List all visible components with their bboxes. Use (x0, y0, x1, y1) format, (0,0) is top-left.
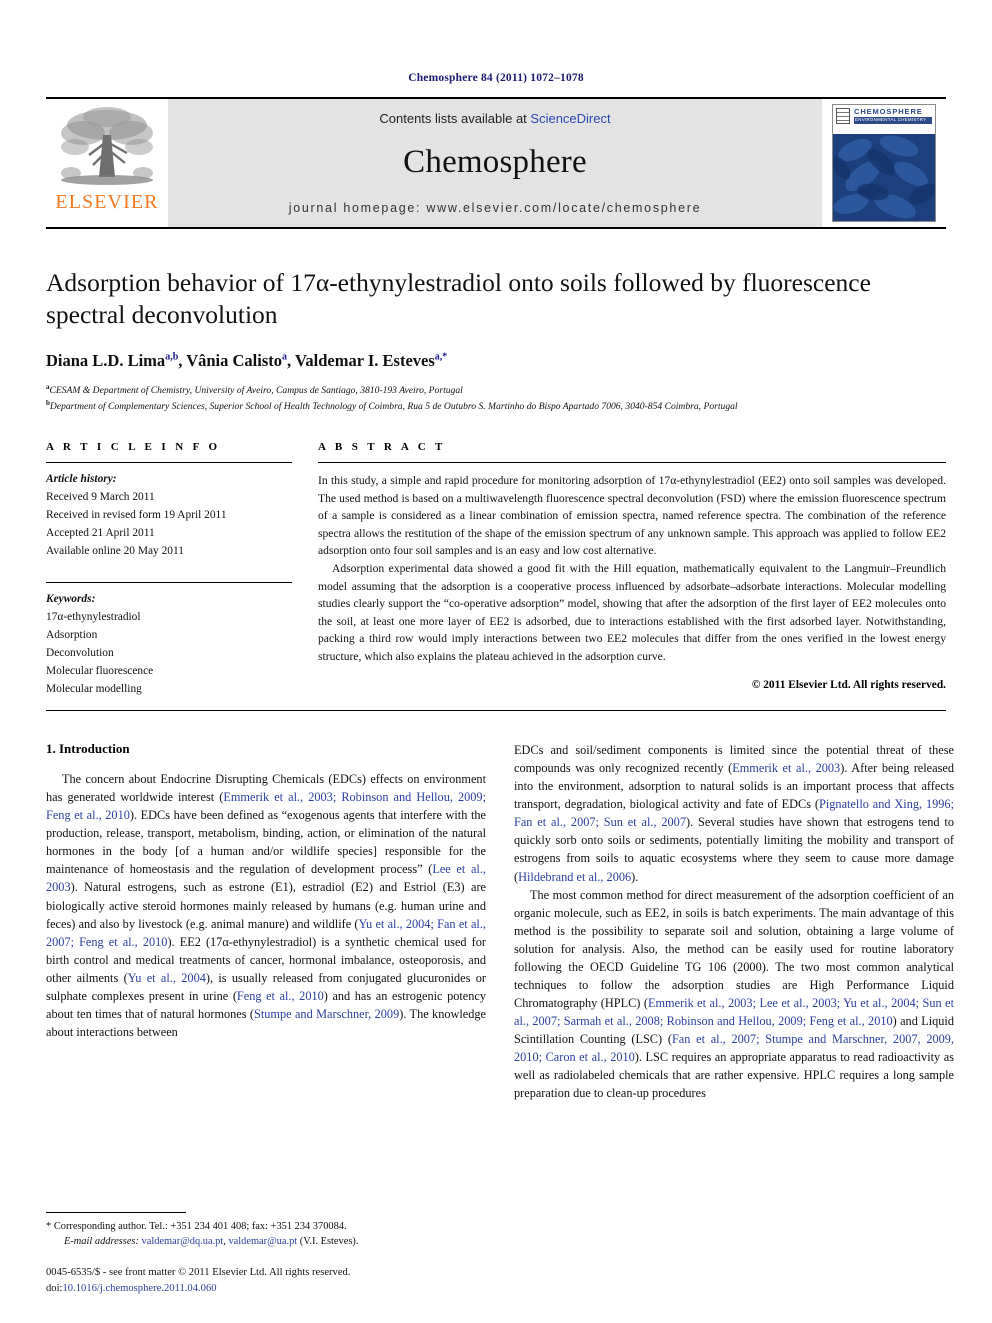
cover-header: CHEMOSPHERE ENVIRONMENTAL CHEMISTRY (833, 105, 935, 135)
affiliation-a: aCESAM & Department of Chemistry, Univer… (46, 382, 463, 396)
cover-journal-subtitle: ENVIRONMENTAL CHEMISTRY (854, 117, 932, 124)
keyword-item: Deconvolution (46, 647, 114, 660)
sciencedirect-link[interactable]: ScienceDirect (530, 111, 610, 126)
abstract-paragraph-2: Adsorption experimental data showed a go… (318, 561, 946, 663)
abstract-rule (318, 461, 946, 463)
citation-link[interactable]: Yu et al., 2004 (128, 971, 206, 985)
intro-text-fragment: The most common method for direct measur… (514, 887, 954, 1010)
email-owner: (V.I. Esteves). (297, 1236, 359, 1248)
body-column-right: EDCs and soil/sediment components is lim… (514, 741, 954, 1211)
affiliation-b: bDepartment of Complementary Sciences, S… (46, 399, 738, 413)
keywords-rule (46, 581, 292, 583)
history-item: Accepted 21 April 2011 (46, 526, 155, 539)
article-history-block: Article history: Received 9 March 2011 R… (46, 470, 292, 560)
article-body: 1. Introduction The concern about Endocr… (46, 741, 954, 1211)
issn-line: 0045-6535/$ - see front matter © 2011 El… (46, 1267, 351, 1279)
abstract-column: A B S T R A C T In this study, a simple … (318, 441, 946, 698)
abstract-heading: A B S T R A C T (318, 440, 446, 453)
journal-homepage-link[interactable]: journal homepage: www.elsevier.com/locat… (289, 201, 702, 215)
cover-leaf-illustration (833, 134, 935, 221)
article-title: Adsorption behavior of 17α-ethynylestrad… (46, 268, 871, 330)
history-item: Received in revised form 19 April 2011 (46, 508, 227, 521)
citation-link[interactable]: Stumpe and Marschner, 2009 (254, 1007, 399, 1021)
section-heading-introduction: 1. Introduction (46, 741, 130, 757)
affiliation-list: aCESAM & Department of Chemistry, Univer… (46, 382, 946, 415)
abstract-bottom-rule (46, 710, 946, 712)
keywords-block: Keywords: 17α-ethynylestradiol Adsorptio… (46, 581, 292, 698)
doi-link[interactable]: 10.1016/j.chemosphere.2011.04.060 (62, 1283, 216, 1294)
info-abstract-row: A R T I C L E I N F O Article history: R… (46, 441, 946, 698)
keyword-item: Molecular fluorescence (46, 665, 154, 678)
abstract-paragraph-1: In this study, a simple and rapid proced… (318, 473, 946, 558)
keyword-item: Molecular modelling (46, 683, 142, 696)
email-link-2[interactable]: valdemar@ua.pt (228, 1236, 297, 1247)
email-link-1[interactable]: valdemar@dq.ua.pt (142, 1236, 224, 1247)
article-info-column: A R T I C L E I N F O Article history: R… (46, 441, 292, 698)
intro-paragraph-right-1: EDCs and soil/sediment components is lim… (514, 741, 954, 886)
cover-leaf-photo (833, 134, 935, 221)
doi-label: doi: (46, 1283, 63, 1295)
journal-article-page: Chemosphere 84 (2011) 1072–1078 ELSEVIER… (0, 0, 992, 1323)
email-label: E-mail addresses: (64, 1236, 139, 1248)
keywords-label: Keywords: (46, 592, 96, 605)
cover-inner: CHEMOSPHERE ENVIRONMENTAL CHEMISTRY (832, 104, 936, 222)
journal-title: Chemosphere (403, 144, 587, 180)
keywords-body: Keywords: 17α-ethynylestradiol Adsorptio… (46, 590, 292, 698)
citation-link[interactable]: Emmerik et al., 2003 (732, 761, 840, 775)
article-history-label: Article history: (46, 472, 117, 485)
journal-masthead: ELSEVIER Contents lists available at Sci… (46, 97, 946, 229)
article-info-heading: A R T I C L E I N F O (46, 440, 221, 453)
history-item: Received 9 March 2011 (46, 490, 155, 503)
contents-list-line: Contents lists available at ScienceDirec… (379, 111, 610, 126)
footnote-block: * Corresponding author. Tel.: +351 234 4… (46, 1212, 486, 1297)
intro-text-fragment: ). (631, 869, 639, 884)
cover-publisher-mark-icon (836, 108, 850, 124)
doi-line: doi:10.1016/j.chemosphere.2011.04.060 (46, 1281, 486, 1297)
intro-paragraph-left: The concern about Endocrine Disrupting C… (46, 770, 486, 1041)
title-block: Adsorption behavior of 17α-ethynylestrad… (46, 267, 946, 415)
journal-cover-thumbnail[interactable]: CHEMOSPHERE ENVIRONMENTAL CHEMISTRY (822, 99, 946, 227)
corresponding-author-note: * Corresponding author. Tel.: +351 234 4… (46, 1219, 486, 1234)
imprint-block: 0045-6535/$ - see front matter © 2011 El… (46, 1265, 486, 1297)
journal-banner: Contents lists available at ScienceDirec… (168, 99, 822, 227)
body-column-left: 1. Introduction The concern about Endocr… (46, 741, 486, 1211)
elsevier-logo: ELSEVIER (46, 99, 168, 227)
history-item: Available online 20 May 2011 (46, 544, 184, 557)
keyword-item: 17α-ethynylestradiol (46, 611, 141, 623)
elsevier-tree-icon (61, 107, 153, 185)
corresponding-text: Corresponding author. Tel.: +351 234 401… (53, 1221, 347, 1233)
contents-prefix: Contents lists available at (379, 111, 531, 126)
intro-paragraph-right-2: The most common method for direct measur… (514, 886, 954, 1103)
cover-titles: CHEMOSPHERE ENVIRONMENTAL CHEMISTRY (854, 108, 932, 124)
footnote-rule (46, 1212, 186, 1214)
keyword-item: Adsorption (46, 629, 98, 642)
article-info-rule (46, 461, 292, 463)
cover-journal-name: CHEMOSPHERE (854, 108, 923, 116)
citation-link[interactable]: Feng et al., 2010 (237, 989, 324, 1003)
abstract-body: In this study, a simple and rapid proced… (318, 472, 946, 666)
abstract-copyright: © 2011 Elsevier Ltd. All rights reserved… (751, 678, 946, 691)
elsevier-wordmark: ELSEVIER (55, 191, 159, 213)
running-head: Chemosphere 84 (2011) 1072–1078 (408, 72, 584, 84)
email-note: E-mail addresses: valdemar@dq.ua.pt, val… (46, 1234, 486, 1249)
corresponding-marker: * (46, 1221, 52, 1233)
citation-link[interactable]: Hildebrand et al., 2006 (518, 870, 631, 884)
author-list: Diana L.D. Limaa,b, Vânia Calistoa, Vald… (46, 350, 448, 370)
